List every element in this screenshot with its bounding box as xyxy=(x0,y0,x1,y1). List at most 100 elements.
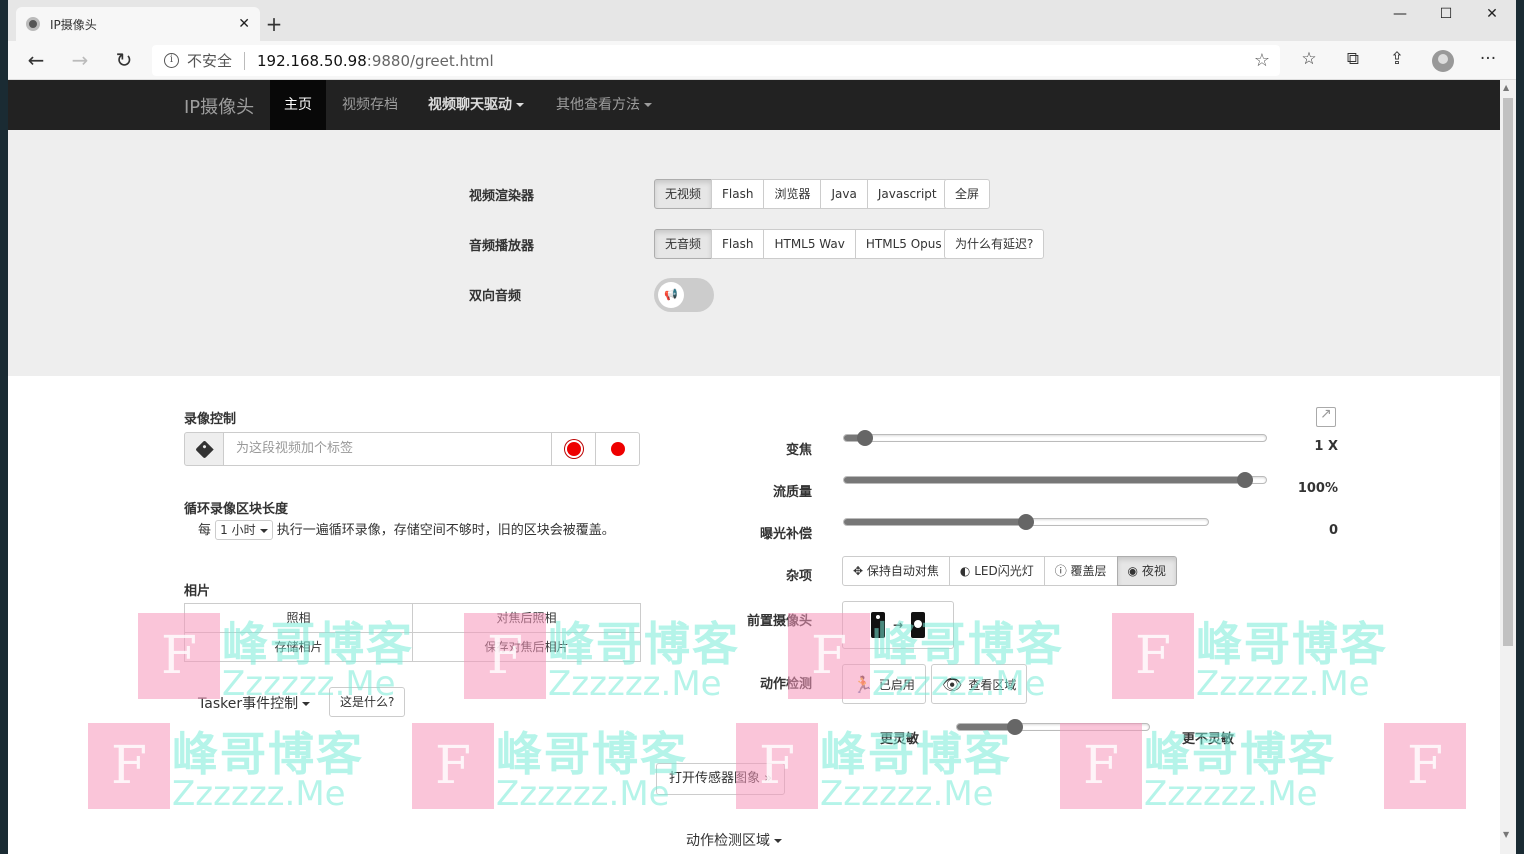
profile-avatar-icon[interactable] xyxy=(1432,50,1454,72)
favorite-star-icon[interactable]: ☆ xyxy=(1254,50,1270,71)
motion-label: 动作检测 xyxy=(759,677,812,692)
fullscreen-button[interactable]: 全屏 xyxy=(944,179,991,209)
renderer-javascript-button[interactable]: Javascript xyxy=(866,179,948,209)
audio-none-button[interactable]: 无音频 xyxy=(654,229,713,259)
overlay-label: 覆盖层 xyxy=(1070,564,1107,578)
maximize-icon[interactable]: ☐ xyxy=(1426,6,1466,22)
half-circle-icon: ◐ xyxy=(959,564,975,578)
new-tab-icon[interactable]: + xyxy=(262,12,286,36)
loop-interval-dropdown[interactable]: 1 小时 xyxy=(215,520,273,540)
why-delay-button[interactable]: 为什么有延迟? xyxy=(944,229,1045,259)
back-icon[interactable]: ← xyxy=(22,48,50,72)
arrow-right-icon: → xyxy=(892,618,904,632)
caret-down-icon xyxy=(516,103,524,107)
store-photo-button[interactable]: 存储相片 xyxy=(184,632,413,662)
minimize-icon[interactable]: — xyxy=(1380,6,1420,22)
url-field[interactable]: i 不安全 192.168.50.98:9880/greet.html ☆ xyxy=(152,45,1280,76)
night-vision-label: 夜视 xyxy=(1141,564,1166,578)
quality-value: 100% xyxy=(1297,481,1338,496)
motion-enabled-button[interactable]: 🏃 已启用 xyxy=(842,664,926,704)
nav-home[interactable]: 主页 xyxy=(270,80,326,130)
led-flash-label: LED闪光灯 xyxy=(974,564,1034,578)
watermark-en: Zzzzzz.Me xyxy=(172,774,346,814)
exposure-label: 曝光补偿 xyxy=(759,527,812,542)
zoom-slider-handle[interactable] xyxy=(857,430,874,446)
exposure-slider-handle[interactable] xyxy=(1018,514,1034,530)
sensitivity-slider-handle[interactable] xyxy=(1006,719,1023,735)
record-start-button[interactable] xyxy=(552,432,596,466)
quality-slider[interactable] xyxy=(843,472,1267,488)
security-status[interactable]: 不安全 xyxy=(187,50,232,71)
autofocus-label: 保持自动对焦 xyxy=(866,564,939,578)
sensitivity-slider[interactable] xyxy=(956,719,1150,735)
view-area-button[interactable]: 👁 查看区域 xyxy=(931,664,1028,704)
overlay-button[interactable]: ⓘ 覆盖层 xyxy=(1043,556,1118,586)
watermark-cn: 峰哥博客 xyxy=(1144,727,1336,781)
sensitivity-slider-fill xyxy=(957,724,1015,730)
nav-other-view-methods[interactable]: 其他查看方法 xyxy=(542,80,666,130)
renderer-flash-button[interactable]: Flash xyxy=(711,179,765,209)
nav-video-archive[interactable]: 视频存档 xyxy=(328,80,412,130)
recording-tag-input[interactable]: 为这段视频加个标签 xyxy=(224,432,552,466)
renderer-java-button[interactable]: Java xyxy=(820,179,868,209)
exposure-slider-fill xyxy=(844,519,1026,525)
forward-icon[interactable]: → xyxy=(66,48,94,72)
audio-flash-button[interactable]: Flash xyxy=(711,229,765,259)
audio-label: 音频播放器 xyxy=(469,239,535,254)
tab-strip: IP摄像头 ✕ + — ☐ ✕ xyxy=(8,0,1516,41)
watermark-en: Zzzzzz.Me xyxy=(1196,664,1370,704)
autofocus-button[interactable]: ✥ 保持自动对焦 xyxy=(842,556,950,586)
more-menu-icon[interactable]: ··· xyxy=(1475,49,1501,69)
loop-description: 每 1 小时 执行一遍循环录像，存储空间不够时，旧的区块会被覆盖。 xyxy=(198,520,628,542)
watermark-logo: F xyxy=(1112,613,1194,699)
open-sensor-graph-button[interactable]: 打开传感器图象 » xyxy=(656,763,786,795)
night-vision-button[interactable]: ◉ 夜视 xyxy=(1116,556,1177,586)
browser-tab[interactable]: IP摄像头 ✕ xyxy=(16,7,260,41)
scroll-down-icon[interactable]: ▼ xyxy=(1503,830,1509,839)
take-photo-button[interactable]: 照相 xyxy=(184,603,413,633)
brand-link[interactable]: IP摄像头 xyxy=(184,93,254,119)
record-button[interactable] xyxy=(596,432,640,466)
store-focus-photo-button[interactable]: 保存对焦后相片 xyxy=(412,632,641,662)
tasker-what-button[interactable]: 这是什么? xyxy=(329,687,406,717)
refresh-icon[interactable]: ↻ xyxy=(110,48,138,72)
share-icon[interactable]: ⇪ xyxy=(1384,49,1410,69)
two-way-audio-toggle[interactable]: 📢 xyxy=(654,278,714,312)
nav-video-chat-driver-label: 视频聊天驱动 xyxy=(428,97,512,113)
zoom-value: 1 X xyxy=(1314,439,1338,454)
favorites-icon[interactable]: ☆ xyxy=(1296,49,1322,69)
collections-icon[interactable]: ⧉ xyxy=(1340,49,1366,69)
nav-video-chat-driver[interactable]: 视频聊天驱动 xyxy=(414,80,538,130)
quality-label: 流质量 xyxy=(772,485,812,500)
audio-html5-opus-button[interactable]: HTML5 Opus xyxy=(854,229,953,259)
renderer-label: 视频渲染器 xyxy=(469,189,535,204)
eye-icon: 👁 xyxy=(942,674,963,694)
loop-interval-value: 1 小时 xyxy=(220,523,256,537)
two-way-audio-label: 双向音频 xyxy=(469,289,522,304)
led-flash-button[interactable]: ◐ LED闪光灯 xyxy=(948,556,1045,586)
caret-down-icon xyxy=(302,702,311,706)
renderer-browser-button[interactable]: 浏览器 xyxy=(763,179,822,209)
tab-close-icon[interactable]: ✕ xyxy=(238,16,250,32)
tasker-dropdown[interactable]: Tasker事件控制 xyxy=(198,693,311,713)
watermark-cn: 峰哥博客 xyxy=(172,727,364,781)
audio-html5-wav-button[interactable]: HTML5 Wav xyxy=(763,229,856,259)
web-page: IP摄像头 主页 视频存档 视频聊天驱动 其他查看方法 视频渲染器 无视频 Fl… xyxy=(8,80,1500,854)
close-window-icon[interactable]: ✕ xyxy=(1472,6,1512,22)
watermark-en: Zzzzzz.Me xyxy=(820,774,994,814)
zoom-slider[interactable] xyxy=(843,430,1267,446)
scroll-up-icon[interactable]: ▲ xyxy=(1503,83,1509,92)
photos-label: 相片 xyxy=(184,584,211,599)
scroll-thumb[interactable] xyxy=(1503,98,1513,646)
quality-slider-handle[interactable] xyxy=(1236,472,1253,488)
focus-take-photo-button[interactable]: 对焦后照相 xyxy=(412,603,641,633)
page-scrollbar[interactable]: ▲ ▼ xyxy=(1500,80,1516,854)
exposure-slider[interactable] xyxy=(843,514,1209,530)
expand-icon[interactable] xyxy=(1316,406,1336,427)
motion-enabled-label: 已启用 xyxy=(878,677,915,692)
front-camera-switch-button[interactable]: → xyxy=(842,601,954,649)
motion-area-dropdown[interactable]: 动作检测区域 xyxy=(686,830,782,850)
renderer-none-button[interactable]: 无视频 xyxy=(654,179,713,209)
caret-down-icon xyxy=(774,839,782,843)
info-icon[interactable]: i xyxy=(164,53,179,68)
